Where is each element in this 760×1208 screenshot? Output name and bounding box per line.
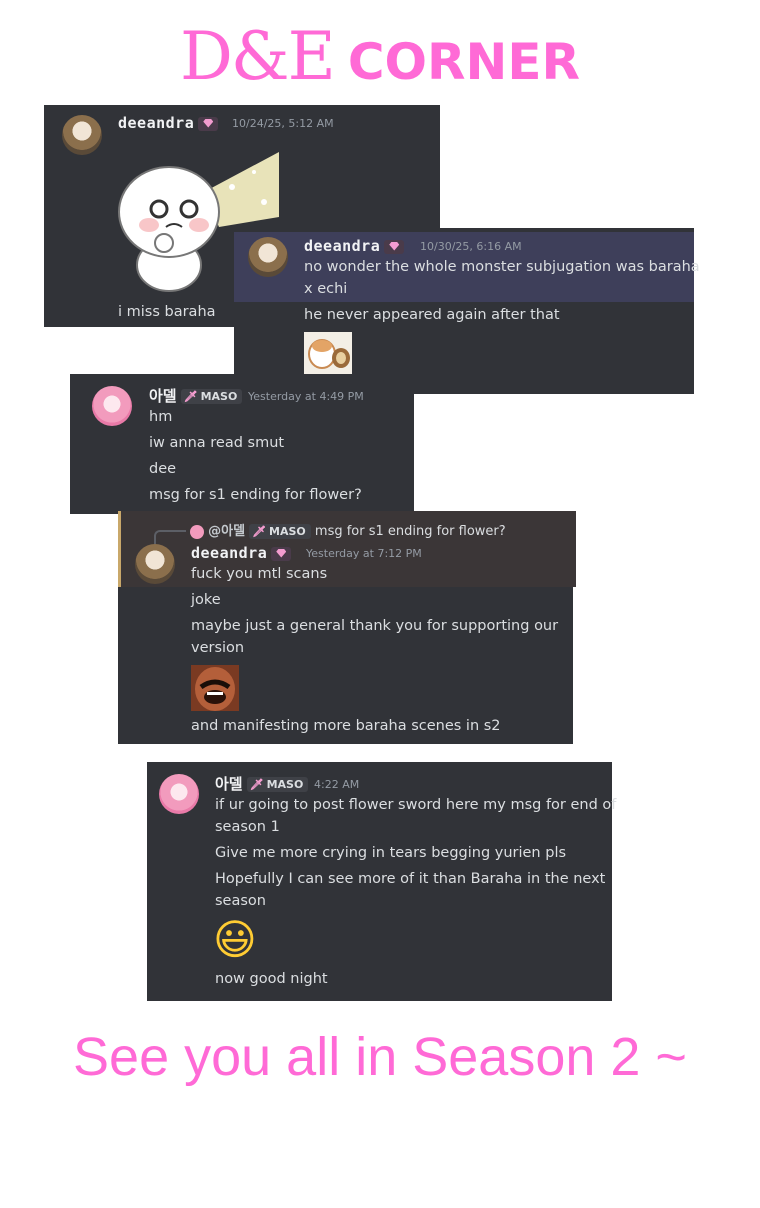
laughing-man-image[interactable] [191,665,239,711]
gem-badge-icon [384,239,405,254]
message-text-line: if ur going to post flower sword here my… [215,797,617,813]
role-tag: 🗡 MASO [246,777,309,792]
timestamp: Yesterday at 4:49 PM [248,390,364,403]
knife-icon: 🗡 [183,390,198,403]
reply-avatar [190,524,204,539]
message-text: iw anna read smut [149,435,285,451]
message-text-line: season 1 [215,819,280,835]
smiley-emoji[interactable]: 😃 [213,915,257,965]
message-text-line: version [191,640,245,656]
message-text-line: maybe just a general thank you for suppo… [191,618,559,634]
knife-icon: 🗡 [249,778,264,791]
avatar[interactable] [62,115,102,155]
message-text-line: season [215,893,266,909]
timestamp: 10/30/25, 6:16 AM [420,240,522,253]
avatar[interactable] [248,237,288,277]
role-tag: 🗡 MASO [249,524,311,539]
message-text: i miss baraha [118,304,216,320]
knife-icon: 🗡 [252,525,267,538]
username[interactable]: deeandra [118,114,219,132]
timestamp: 4:22 AM [314,778,360,791]
message-text-line: x echi [304,281,348,297]
message-text: fuck you mtl scans [191,566,328,582]
message-text: now good night [215,971,328,987]
timestamp: 10/24/25, 5:12 AM [232,117,334,130]
username[interactable]: deeandra [304,237,405,255]
message-text: Give me more crying in tears begging yur… [215,845,567,861]
message-text: and manifesting more baraha scenes in s2 [191,718,501,734]
message-card-3: 아델 🗡 MASO Yesterday at 4:49 PM hm iw anna … [70,374,414,514]
message-text: msg for s1 ending for flower? [149,487,362,503]
timestamp: Yesterday at 7:12 PM [306,547,422,560]
page-title: D&E CORNER [0,18,760,95]
message-text-line: Hopefully I can see more of it than Bara… [215,871,606,887]
avatar[interactable] [159,774,199,814]
message-card-5: 아델 🗡 MASO 4:22 AM if ur going to post flow… [147,762,616,1001]
message-text: hm [149,409,173,425]
avatar[interactable] [135,544,175,584]
message-text: dee [149,461,177,477]
message-card-4: @아델 🗡 MASO msg for s1 ending for flower? d… [118,511,576,744]
avatar[interactable] [92,386,132,426]
username[interactable]: 아델 🗡 MASO [149,385,243,406]
username[interactable]: 아델 🗡 MASO [215,773,309,794]
hamster-image[interactable] [304,332,352,374]
footer-caption: See you all in Season 2 ~ [73,1027,687,1087]
reply-preview[interactable]: @아델 🗡 MASO msg for s1 ending for flower? [190,520,506,539]
message-text: joke [191,592,221,608]
gem-badge-icon [198,116,219,131]
role-tag: 🗡 MASO [180,389,243,404]
message-text: he never appeared again after that [304,307,560,323]
reply-connector [154,530,186,544]
gem-badge-icon [271,546,292,561]
title-word: CORNER [347,33,581,91]
message-text-line: no wonder the whole monster subjugation … [304,259,700,275]
title-brand: D&E [179,18,336,95]
username[interactable]: deeandra [191,544,292,562]
message-card-2: deeandra 10/30/25, 6:16 AM no wonder the… [234,228,700,394]
